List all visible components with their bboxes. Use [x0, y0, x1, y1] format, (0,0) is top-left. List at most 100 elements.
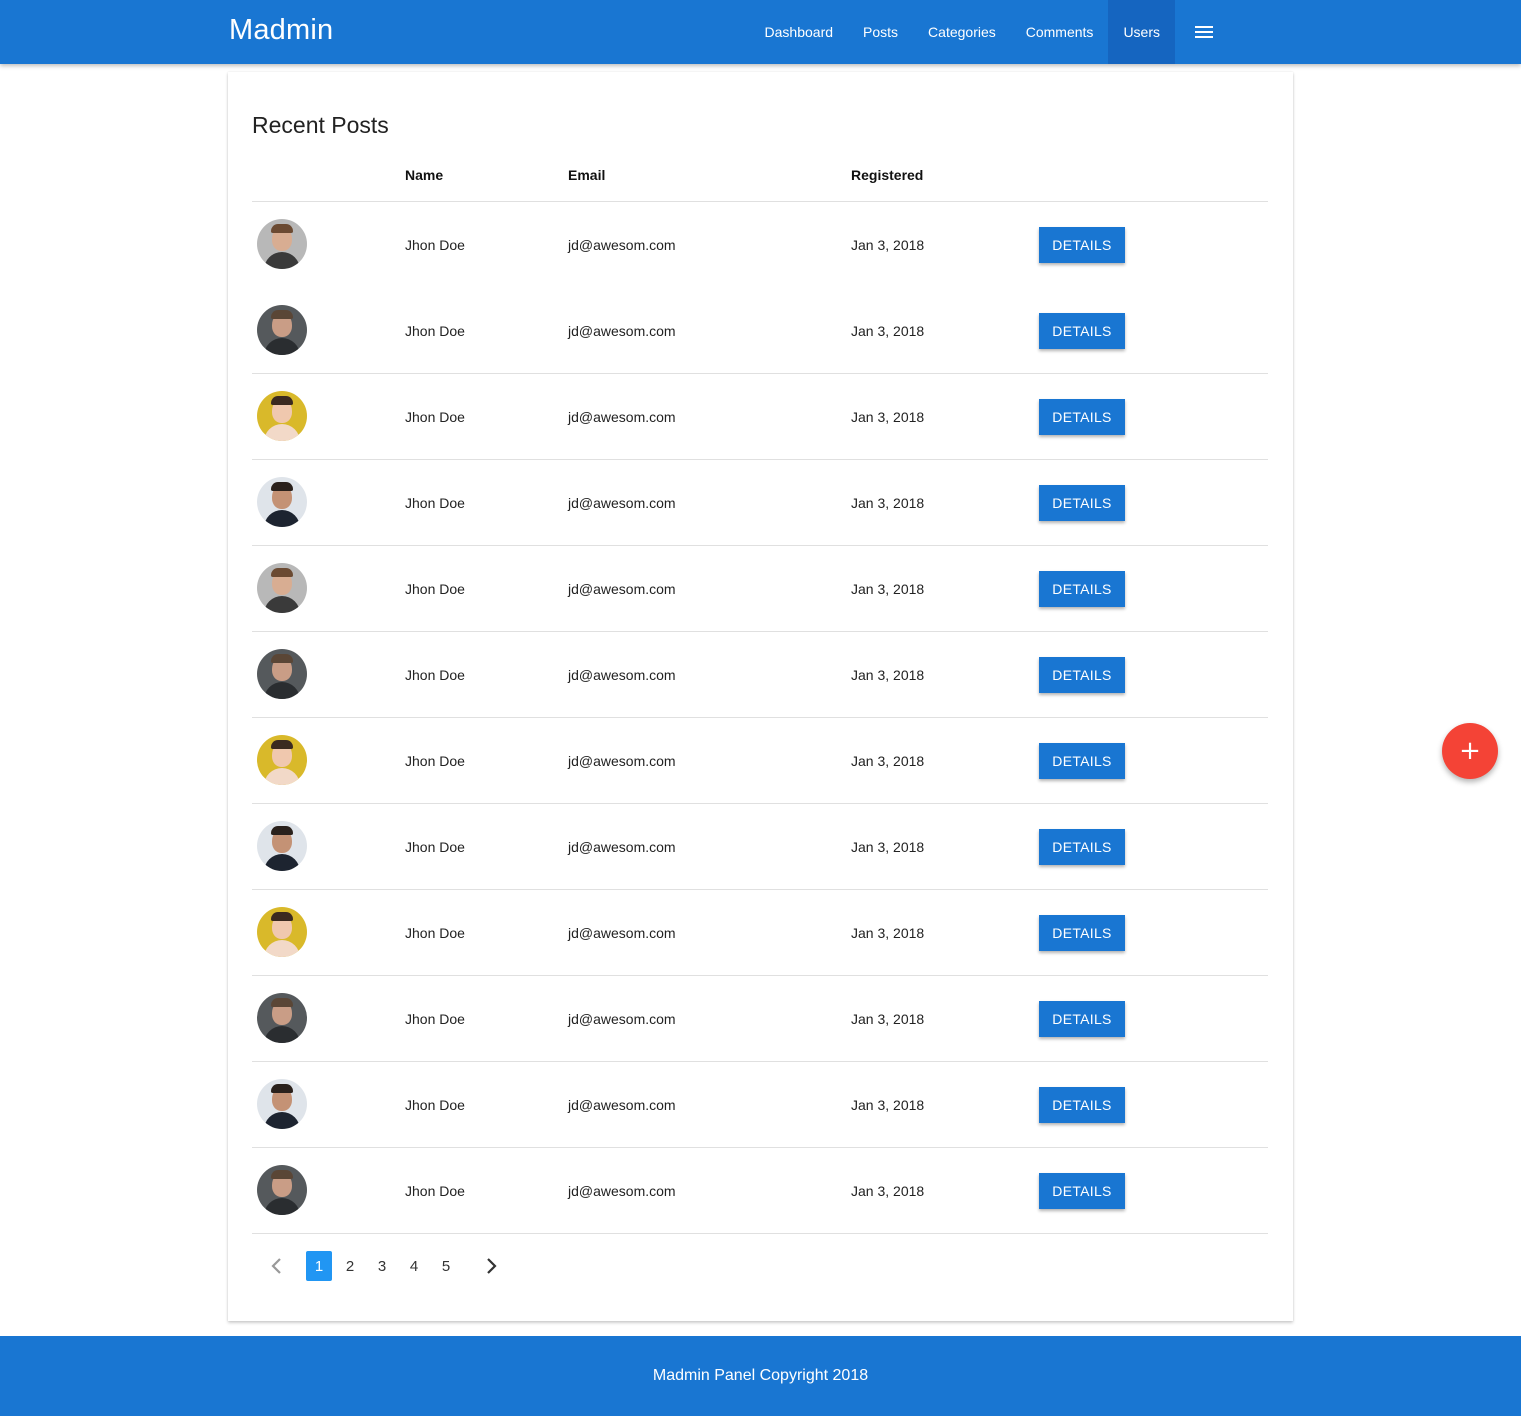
- page-5[interactable]: 5: [433, 1251, 459, 1281]
- user-registered: Jan 3, 2018: [851, 323, 925, 339]
- details-button[interactable]: DETAILS: [1039, 399, 1125, 435]
- page-3[interactable]: 3: [369, 1251, 395, 1281]
- user-name: Jhon Doe: [405, 237, 465, 253]
- user-email: jd@awesom.com: [568, 1011, 676, 1027]
- nav-item-dashboard[interactable]: Dashboard: [750, 0, 849, 64]
- table-row: Jhon Doe jd@awesom.com Jan 3, 2018 DETAILS: [252, 890, 1268, 976]
- table-row: Jhon Doe jd@awesom.com Jan 3, 2018 DETAILS: [252, 460, 1268, 546]
- user-name: Jhon Doe: [405, 495, 465, 511]
- table-row: Jhon Doe jd@awesom.com Jan 3, 2018 DETAILS: [252, 1062, 1268, 1148]
- user-registered: Jan 3, 2018: [851, 753, 925, 769]
- users-table-body: Jhon Doe jd@awesom.com Jan 3, 2018 DETAILS J…: [252, 202, 1268, 1234]
- user-email: jd@awesom.com: [568, 495, 676, 511]
- table-row: Jhon Doe jd@awesom.com Jan 3, 2018 DETAILS: [252, 1148, 1268, 1234]
- user-email: jd@awesom.com: [568, 323, 676, 339]
- main-nav: Dashboard Posts Categories Comments User…: [750, 0, 1233, 64]
- user-email: jd@awesom.com: [568, 1183, 676, 1199]
- user-name: Jhon Doe: [405, 409, 465, 425]
- card-title: Recent Posts: [252, 112, 389, 138]
- details-button[interactable]: DETAILS: [1039, 743, 1125, 779]
- page-2[interactable]: 2: [337, 1251, 363, 1281]
- hamburger-menu-icon: [1195, 25, 1213, 39]
- table-header: Name Email Registered: [252, 152, 1268, 202]
- avatar: [257, 993, 307, 1043]
- user-registered: Jan 3, 2018: [851, 1183, 925, 1199]
- avatar: [257, 477, 307, 527]
- avatar: [257, 735, 307, 785]
- avatar: [257, 1165, 307, 1215]
- user-email: jd@awesom.com: [568, 667, 676, 683]
- user-name: Jhon Doe: [405, 1011, 465, 1027]
- column-header-name: Name: [405, 167, 444, 183]
- user-registered: Jan 3, 2018: [851, 495, 925, 511]
- user-email: jd@awesom.com: [568, 839, 676, 855]
- user-registered: Jan 3, 2018: [851, 237, 925, 253]
- nav-item-posts[interactable]: Posts: [848, 0, 913, 64]
- details-button[interactable]: DETAILS: [1039, 829, 1125, 865]
- table-row: Jhon Doe jd@awesom.com Jan 3, 2018 DETAILS: [252, 804, 1268, 890]
- user-email: jd@awesom.com: [568, 753, 676, 769]
- user-name: Jhon Doe: [405, 753, 465, 769]
- user-name: Jhon Doe: [405, 925, 465, 941]
- user-registered: Jan 3, 2018: [851, 1097, 925, 1113]
- table-row: Jhon Doe jd@awesom.com Jan 3, 2018 DETAILS: [252, 718, 1268, 804]
- nav-item-categories[interactable]: Categories: [913, 0, 1011, 64]
- details-button[interactable]: DETAILS: [1039, 1087, 1125, 1123]
- brand-logo[interactable]: Madmin: [229, 14, 333, 47]
- nav-item-users[interactable]: Users: [1108, 0, 1175, 64]
- table-row: Jhon Doe jd@awesom.com Jan 3, 2018 DETAILS: [252, 374, 1268, 460]
- avatar: [257, 391, 307, 441]
- details-button[interactable]: DETAILS: [1039, 485, 1125, 521]
- user-name: Jhon Doe: [405, 323, 465, 339]
- footer: Madmin Panel Copyright 2018: [0, 1336, 1521, 1416]
- user-email: jd@awesom.com: [568, 925, 676, 941]
- user-registered: Jan 3, 2018: [851, 667, 925, 683]
- details-button[interactable]: DETAILS: [1039, 657, 1125, 693]
- page-4[interactable]: 4: [401, 1251, 427, 1281]
- table-row: Jhon Doe jd@awesom.com Jan 3, 2018 DETAILS: [252, 632, 1268, 718]
- avatar: [257, 563, 307, 613]
- plus-icon: +: [1459, 736, 1481, 766]
- pagination-prev[interactable]: [264, 1251, 290, 1281]
- nav-item-comments[interactable]: Comments: [1011, 0, 1109, 64]
- details-button[interactable]: DETAILS: [1039, 1173, 1125, 1209]
- user-registered: Jan 3, 2018: [851, 409, 925, 425]
- user-name: Jhon Doe: [405, 667, 465, 683]
- menu-button[interactable]: [1175, 0, 1233, 64]
- user-email: jd@awesom.com: [568, 409, 676, 425]
- user-registered: Jan 3, 2018: [851, 925, 925, 941]
- user-name: Jhon Doe: [405, 1183, 465, 1199]
- avatar: [257, 907, 307, 957]
- add-fab-button[interactable]: +: [1442, 723, 1498, 779]
- table-row: Jhon Doe jd@awesom.com Jan 3, 2018 DETAILS: [252, 546, 1268, 632]
- avatar: [257, 821, 307, 871]
- user-name: Jhon Doe: [405, 839, 465, 855]
- avatar: [257, 649, 307, 699]
- details-button[interactable]: DETAILS: [1039, 915, 1125, 951]
- avatar: [257, 1079, 307, 1129]
- details-button[interactable]: DETAILS: [1039, 1001, 1125, 1037]
- table-row: Jhon Doe jd@awesom.com Jan 3, 2018 DETAILS: [252, 288, 1268, 374]
- user-email: jd@awesom.com: [568, 237, 676, 253]
- recent-posts-card: Recent Posts Name Email Registered Jhon …: [228, 72, 1293, 1321]
- user-registered: Jan 3, 2018: [851, 581, 925, 597]
- page-1[interactable]: 1: [306, 1251, 332, 1281]
- details-button[interactable]: DETAILS: [1039, 227, 1125, 263]
- top-navbar: Madmin Dashboard Posts Categories Commen…: [0, 0, 1521, 64]
- user-registered: Jan 3, 2018: [851, 1011, 925, 1027]
- footer-copyright: Madmin Panel Copyright 2018: [652, 1367, 869, 1384]
- user-registered: Jan 3, 2018: [851, 839, 925, 855]
- user-email: jd@awesom.com: [568, 1097, 676, 1113]
- details-button[interactable]: DETAILS: [1039, 571, 1125, 607]
- avatar: [257, 219, 307, 269]
- user-email: jd@awesom.com: [568, 581, 676, 597]
- table-row: Jhon Doe jd@awesom.com Jan 3, 2018 DETAILS: [252, 976, 1268, 1062]
- user-name: Jhon Doe: [405, 1097, 465, 1113]
- details-button[interactable]: DETAILS: [1039, 313, 1125, 349]
- chevron-right-icon: [487, 1258, 497, 1274]
- avatar: [257, 305, 307, 355]
- table-row: Jhon Doe jd@awesom.com Jan 3, 2018 DETAILS: [252, 202, 1268, 288]
- column-header-registered: Registered: [851, 167, 924, 183]
- pagination-next[interactable]: [478, 1251, 504, 1281]
- column-header-email: Email: [568, 167, 606, 183]
